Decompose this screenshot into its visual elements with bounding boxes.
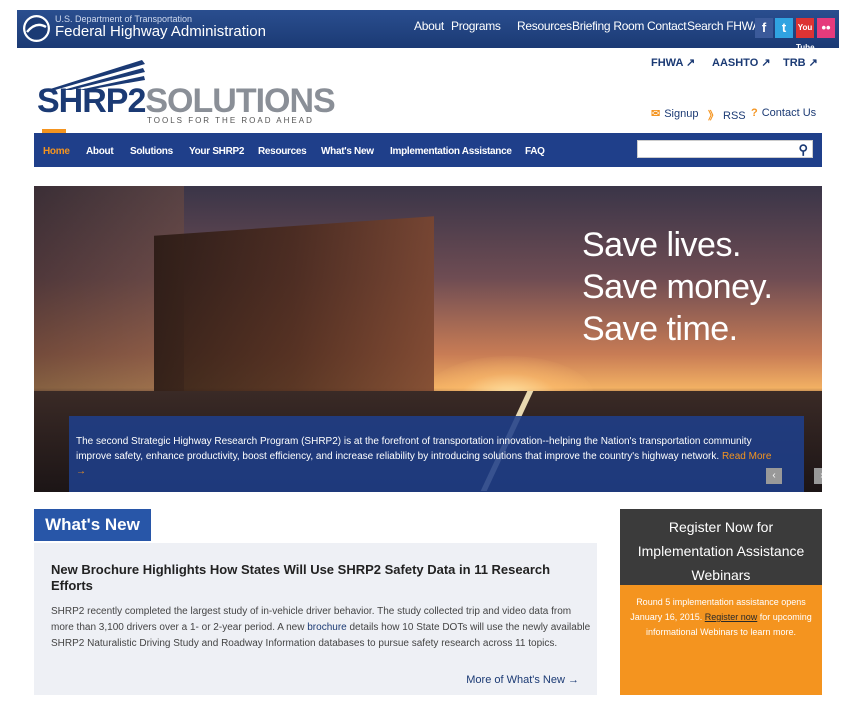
page: U.S. Department of Transportation Federa…	[0, 0, 844, 702]
webinar-heading: Register Now for Implementation Assistan…	[620, 509, 822, 585]
news-item: New Brochure Highlights How States Will …	[34, 543, 597, 695]
nav-your-shrp2[interactable]: Your SHRP2	[189, 146, 244, 157]
tagline-line-1: Save lives.	[582, 226, 741, 264]
shrp2-logo[interactable]: SHRP2SOLUTIONS TOOLS FOR THE ROAD AHEAD	[37, 60, 337, 130]
dot-logo-icon[interactable]	[23, 15, 50, 42]
hero-caption-body: The second Strategic Highway Research Pr…	[76, 436, 752, 462]
signup-label: Signup	[664, 108, 699, 120]
trb-link[interactable]: TRB	[783, 57, 806, 69]
external-link-icon: ↗	[686, 57, 696, 69]
webinar-body: Round 5 implementation assistance opens …	[620, 585, 822, 695]
logo-shrp2: SHRP2	[37, 82, 146, 120]
external-link-icon: ↗	[761, 57, 771, 69]
nav-solutions[interactable]: Solutions	[130, 146, 173, 157]
brand-link-aashto: AASHTO ↗	[712, 56, 771, 69]
nav-resources[interactable]: Resources	[258, 146, 307, 157]
truck-image	[154, 216, 434, 416]
nav-about[interactable]: About	[86, 146, 114, 157]
news-title[interactable]: New Brochure Highlights How States Will …	[51, 562, 571, 594]
twitter-icon[interactable]: t	[775, 18, 793, 38]
nav-home[interactable]: Home	[43, 146, 70, 157]
top-nav-about[interactable]: About	[414, 19, 444, 33]
search-input[interactable]: ⚲	[637, 140, 813, 158]
top-nav-programs[interactable]: Programs	[451, 19, 501, 33]
rss-icon: 》	[708, 110, 719, 122]
brand-link-trb: TRB ↗	[783, 56, 818, 69]
youtube-icon[interactable]: You Tube	[796, 18, 815, 52]
flickr-icon[interactable]: ••	[817, 18, 835, 38]
top-nav-contact[interactable]: Contact	[647, 19, 687, 33]
search-icon[interactable]: ⚲	[798, 142, 808, 158]
tagline-line-2: Save money.	[582, 268, 773, 306]
carousel-prev-icon[interactable]: ‹	[766, 468, 782, 484]
webinar-heading-text: Register Now for Implementation Assistan…	[637, 519, 805, 583]
rss-label: RSS	[723, 110, 746, 122]
logo-tagline: TOOLS FOR THE ROAD AHEAD	[147, 116, 314, 125]
help-icon: ?	[751, 107, 758, 119]
hero-caption-text: The second Strategic Highway Research Pr…	[76, 434, 776, 479]
fhwa-link[interactable]: FHWA	[651, 57, 683, 69]
whats-new-heading: What's New	[34, 509, 151, 541]
register-now-link[interactable]: Register now	[705, 612, 758, 622]
brochure-link[interactable]: brochure	[307, 622, 346, 633]
agency-name[interactable]: Federal Highway Administration	[55, 23, 266, 40]
nav-whats-new[interactable]: What's New	[321, 146, 374, 157]
brand-link-fhwa: FHWA ↗	[651, 56, 695, 69]
nav-faq[interactable]: FAQ	[525, 146, 545, 157]
fhwa-header: U.S. Department of Transportation Federa…	[17, 10, 839, 52]
tagline-line-3: Save time.	[582, 310, 738, 348]
carousel-next-icon[interactable]: ›	[814, 468, 822, 484]
signup-link[interactable]: ✉ Signup	[651, 107, 698, 120]
news-body: SHRP2 recently completed the largest stu…	[51, 604, 591, 652]
logo-solutions: SOLUTIONS	[145, 82, 335, 120]
top-nav-briefing-room[interactable]: Briefing Room	[572, 19, 644, 33]
top-nav-resources[interactable]: Resources	[517, 19, 572, 33]
facebook-icon[interactable]: f	[755, 18, 773, 38]
hero-banner: Save lives. Save money. Save time. The s…	[34, 186, 822, 492]
external-link-icon: ↗	[808, 57, 818, 69]
aashto-link[interactable]: AASHTO	[712, 57, 758, 69]
more-whats-new-link[interactable]: More of What's New →	[466, 674, 579, 686]
contact-us-link[interactable]: ? Contact Us	[751, 107, 816, 119]
rss-link[interactable]: 》 RSS	[708, 107, 746, 123]
hero-tagline: Save lives. Save money. Save time.	[582, 224, 773, 350]
top-nav-search[interactable]: Search FHWA	[687, 19, 760, 33]
nav-implementation-assistance[interactable]: Implementation Assistance	[390, 146, 512, 157]
webinar-body-text: Round 5 implementation assistance opens …	[630, 595, 812, 640]
hero-caption: The second Strategic Highway Research Pr…	[69, 416, 822, 492]
contact-us-label: Contact Us	[761, 107, 817, 119]
mail-icon: ✉	[651, 108, 661, 120]
